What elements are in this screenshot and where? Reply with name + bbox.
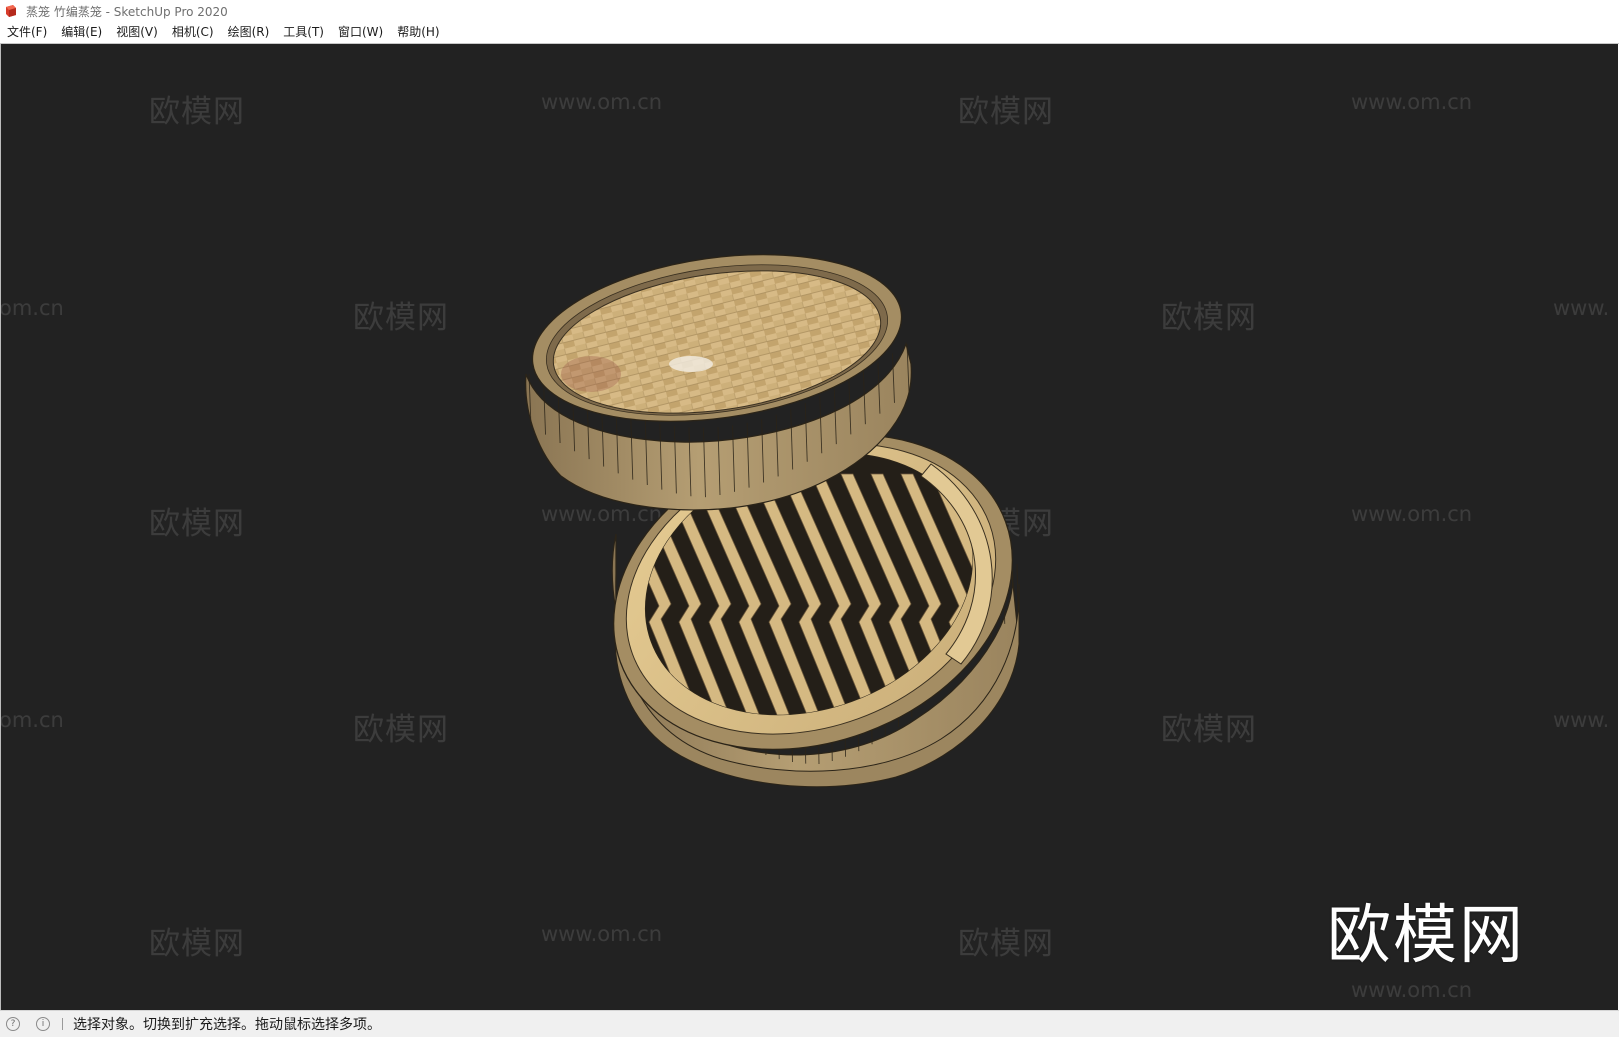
title-bar: 蒸笼 竹编蒸笼 - SketchUp Pro 2020 bbox=[0, 0, 1619, 22]
menu-camera[interactable]: 相机(C) bbox=[165, 22, 221, 43]
menu-help[interactable]: 帮助(H) bbox=[390, 22, 446, 43]
status-separator bbox=[62, 1018, 63, 1030]
info-icon[interactable]: i bbox=[36, 1017, 50, 1031]
watermark-url: www.om.cn bbox=[1351, 978, 1473, 1002]
status-message: 选择对象。切换到扩充选择。拖动鼠标选择多项。 bbox=[73, 1017, 381, 1033]
modeling-viewport[interactable]: 欧模网 www.om.cn 欧模网 www.om.cn om.cn 欧模网 欧模… bbox=[1, 44, 1618, 1010]
menu-window[interactable]: 窗口(W) bbox=[331, 22, 390, 43]
menu-tools[interactable]: 工具(T) bbox=[276, 22, 331, 43]
menu-bar: 文件(F) 编辑(E) 视图(V) 相机(C) 绘图(R) 工具(T) 窗口(W… bbox=[0, 22, 1619, 44]
window-title: 蒸笼 竹编蒸笼 - SketchUp Pro 2020 bbox=[26, 4, 228, 19]
status-bar: ? i 选择对象。切换到扩充选择。拖动鼠标选择多项。 bbox=[0, 1010, 1619, 1037]
menu-file[interactable]: 文件(F) bbox=[0, 22, 54, 43]
geo-location-icon[interactable]: ? bbox=[6, 1017, 20, 1031]
steamer-lid-weave bbox=[544, 264, 890, 424]
menu-edit[interactable]: 编辑(E) bbox=[54, 22, 109, 43]
menu-draw[interactable]: 绘图(R) bbox=[221, 22, 277, 43]
bamboo-steamer-model[interactable] bbox=[1, 44, 1618, 1010]
watermark-logo-large: 欧模网 bbox=[1327, 899, 1525, 973]
sketchup-logo-icon bbox=[6, 5, 16, 17]
menu-view[interactable]: 视图(V) bbox=[109, 22, 165, 43]
slat-edge bbox=[1016, 563, 1019, 610]
